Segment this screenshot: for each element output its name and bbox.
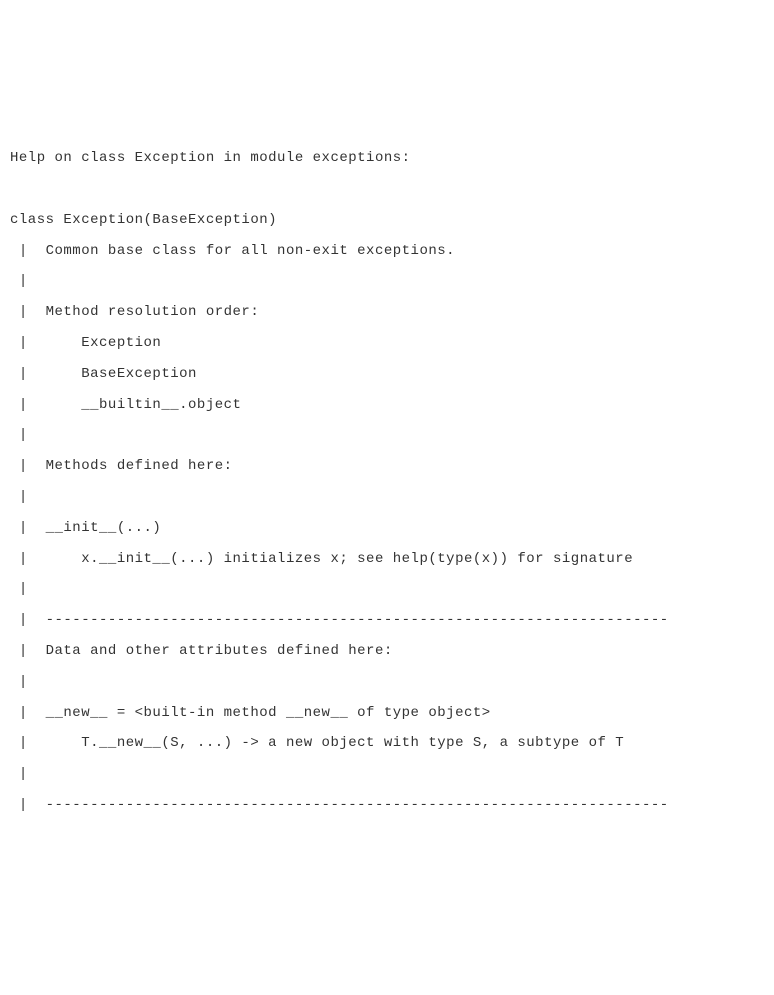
help-header: Help on class Exception in module except… — [10, 150, 411, 166]
pipe-line: | — [10, 273, 28, 289]
attribute-description: | T.__new__(S, ...) -> a new object with… — [10, 735, 624, 751]
class-declaration: class Exception(BaseException) — [10, 212, 277, 228]
methods-header: | Methods defined here: — [10, 458, 233, 474]
docstring: | Common base class for all non-exit exc… — [10, 243, 455, 259]
attribute-signature: | __new__ = <built-in method __new__ of … — [10, 705, 491, 721]
pipe-line: | — [10, 674, 28, 690]
divider-line: | --------------------------------------… — [10, 797, 669, 813]
pipe-line: | — [10, 581, 28, 597]
data-attributes-header: | Data and other attributes defined here… — [10, 643, 393, 659]
python-help-output: Help on class Exception in module except… — [10, 143, 764, 821]
mro-item: | Exception — [10, 335, 161, 351]
pipe-line: | — [10, 766, 28, 782]
method-signature: | __init__(...) — [10, 520, 161, 536]
method-description: | x.__init__(...) initializes x; see hel… — [10, 551, 633, 567]
mro-item: | __builtin__.object — [10, 397, 241, 413]
divider-line: | --------------------------------------… — [10, 612, 669, 628]
mro-header: | Method resolution order: — [10, 304, 259, 320]
mro-item: | BaseException — [10, 366, 197, 382]
pipe-line: | — [10, 427, 28, 443]
pipe-line: | — [10, 489, 28, 505]
